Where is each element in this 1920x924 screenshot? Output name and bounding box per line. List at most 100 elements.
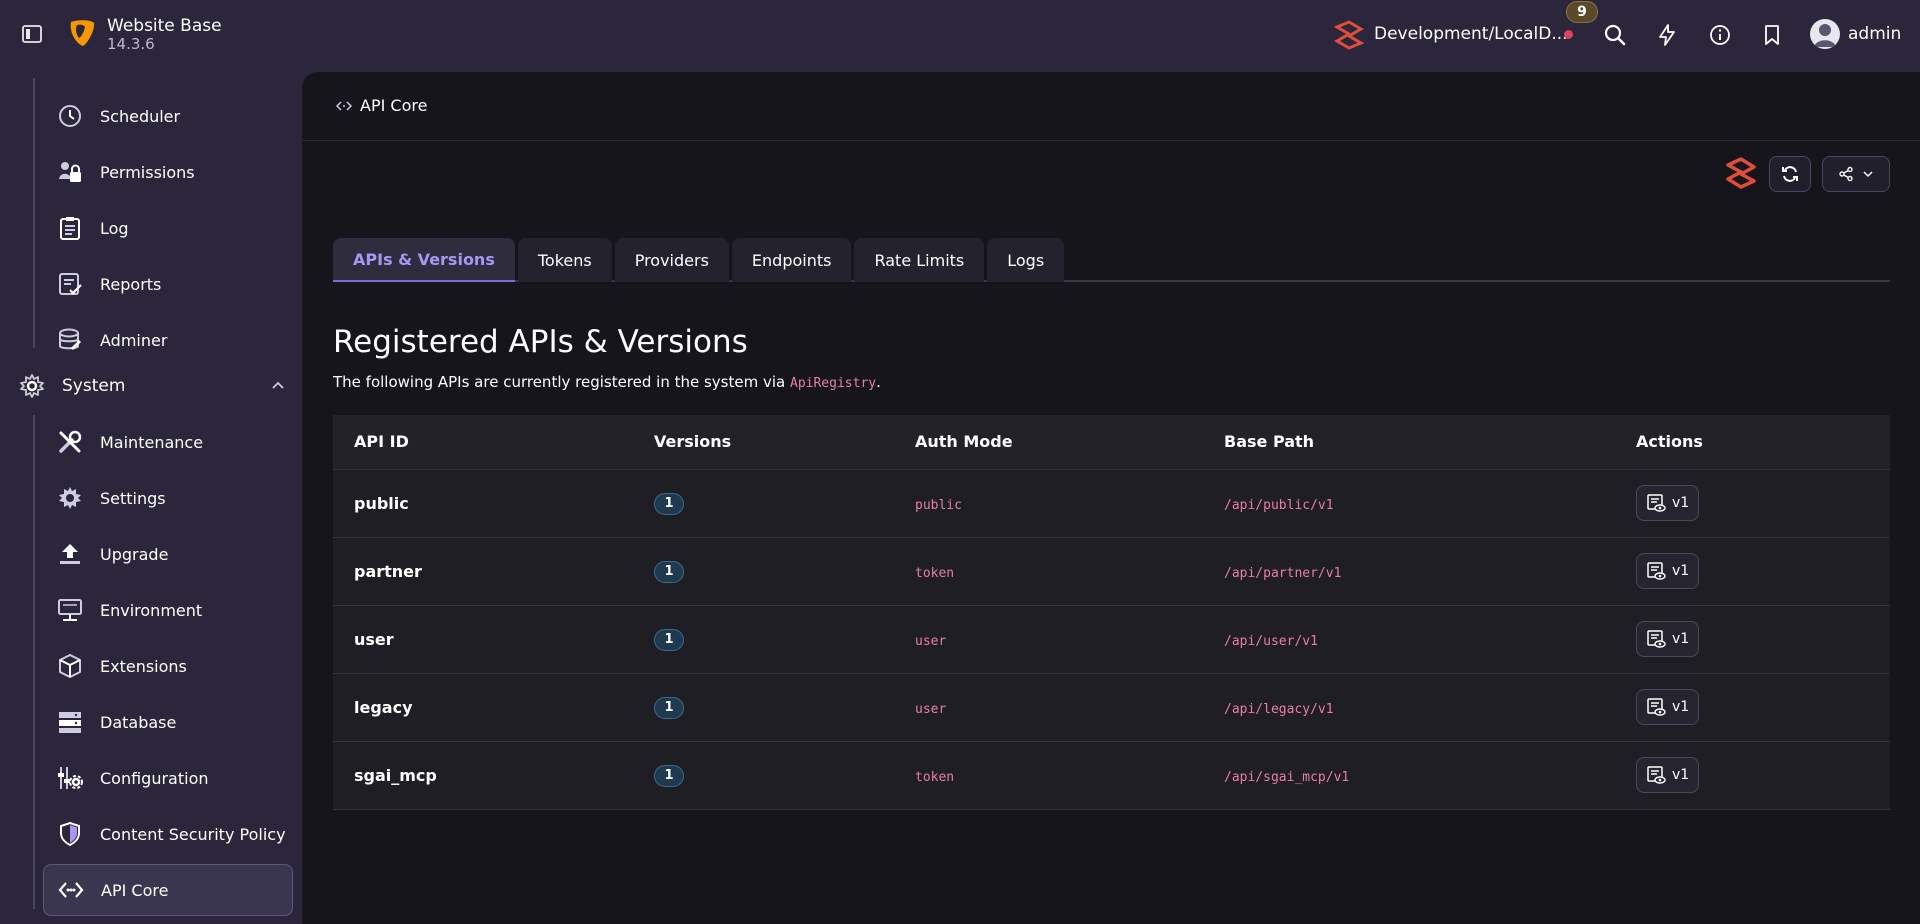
base-path: /api/legacy/v1 xyxy=(1224,701,1334,717)
flash-icon[interactable] xyxy=(1655,23,1679,47)
version-badge: 1 xyxy=(654,560,684,583)
actions-cell: v1 xyxy=(1615,468,1890,537)
sidebar-item-permissions[interactable]: Permissions xyxy=(43,148,293,196)
sliders-icon xyxy=(56,764,84,792)
share-icon xyxy=(1839,166,1853,182)
sidebar-item-api-core[interactable]: API Core xyxy=(43,864,293,916)
sidebar-item-content-security-policy[interactable]: Content Security Policy xyxy=(43,810,293,858)
api-id: public xyxy=(333,468,633,537)
sidebar-item-label: Scheduler xyxy=(100,106,181,126)
environment-name[interactable]: Development/LocalD... xyxy=(1374,24,1568,44)
view-version-button[interactable]: v1 xyxy=(1636,757,1700,793)
lock-icon xyxy=(56,158,84,186)
base-path: /api/partner/v1 xyxy=(1224,565,1342,581)
sidebar-item-label: Permissions xyxy=(100,162,195,182)
avatar[interactable] xyxy=(1810,19,1840,49)
sidebar-item-adminer[interactable]: Adminer xyxy=(43,316,293,364)
view-document-icon xyxy=(1647,494,1666,512)
sidebar-item-upgrade[interactable]: Upgrade xyxy=(43,530,293,578)
gear-icon xyxy=(18,372,46,400)
sidebar-toggle-icon[interactable] xyxy=(22,24,44,44)
sidebar: Scheduler Permissions Log Reports Admine… xyxy=(0,70,302,924)
version-badge: 1 xyxy=(654,696,684,719)
extension-logo-icon xyxy=(1724,156,1758,190)
column-header: Versions xyxy=(633,415,894,469)
auth-mode: user xyxy=(915,701,947,717)
sidebar-item-label: Environment xyxy=(100,600,203,620)
action-label: v1 xyxy=(1672,699,1690,715)
auth-mode: token xyxy=(915,769,955,785)
view-version-button[interactable]: v1 xyxy=(1636,621,1700,657)
monitor-icon xyxy=(56,596,84,624)
share-button[interactable] xyxy=(1822,156,1890,192)
refresh-button[interactable] xyxy=(1769,156,1811,192)
sidebar-item-reports[interactable]: Reports xyxy=(43,260,293,308)
typo3-logo-icon[interactable] xyxy=(68,18,96,48)
notification-badge[interactable]: 9 xyxy=(1566,1,1598,23)
view-version-button[interactable]: v1 xyxy=(1636,689,1700,725)
view-document-icon xyxy=(1647,630,1666,648)
report-icon xyxy=(56,270,84,298)
tab-apis-versions[interactable]: APIs & Versions xyxy=(333,238,515,282)
sidebar-item-label: Content Security Policy xyxy=(100,824,286,844)
tab-logs[interactable]: Logs xyxy=(987,238,1065,282)
view-document-icon xyxy=(1647,698,1666,716)
auth-cell: user xyxy=(894,604,1203,673)
breadcrumb-label[interactable]: API Core xyxy=(360,96,427,115)
environment-logo-icon xyxy=(1333,20,1365,50)
sidebar-item-label: API Core xyxy=(101,880,169,900)
tab-tokens[interactable]: Tokens xyxy=(517,238,612,282)
base-path: /api/public/v1 xyxy=(1224,497,1334,513)
sidebar-item-extensions[interactable]: Extensions xyxy=(43,642,293,690)
code-icon xyxy=(335,98,353,114)
sidebar-item-label: Upgrade xyxy=(100,544,169,564)
bookmark-icon[interactable] xyxy=(1760,23,1784,47)
sidebar-item-configuration[interactable]: Configuration xyxy=(43,754,293,802)
path-cell: /api/user/v1 xyxy=(1203,604,1615,673)
tab-endpoints[interactable]: Endpoints xyxy=(731,238,852,282)
view-version-button[interactable]: v1 xyxy=(1636,553,1700,589)
action-label: v1 xyxy=(1672,767,1690,783)
sidebar-item-database[interactable]: Database xyxy=(43,698,293,746)
sidebar-group-system[interactable]: System xyxy=(18,362,296,410)
sidebar-item-label: Adminer xyxy=(100,330,168,350)
sidebar-tree-line xyxy=(33,78,35,348)
sidebar-item-log[interactable]: Log xyxy=(43,204,293,252)
api-id: sgai_mcp xyxy=(333,740,633,810)
column-header: Auth Mode xyxy=(894,415,1203,469)
view-document-icon xyxy=(1647,562,1666,580)
base-path: /api/sgai_mcp/v1 xyxy=(1224,769,1350,785)
tab-providers[interactable]: Providers xyxy=(614,238,729,282)
auth-mode: user xyxy=(915,633,947,649)
page-description: The following APIs are currently registe… xyxy=(333,373,881,391)
sidebar-item-label: Reports xyxy=(100,274,162,294)
auth-cell: token xyxy=(894,536,1203,605)
action-label: v1 xyxy=(1672,495,1690,511)
description-text: The following APIs are currently registe… xyxy=(333,373,790,391)
shield-icon xyxy=(56,820,84,848)
sidebar-item-settings[interactable]: Settings xyxy=(43,474,293,522)
versions-cell: 1 xyxy=(633,740,894,810)
path-cell: /api/sgai_mcp/v1 xyxy=(1203,740,1615,810)
breadcrumb: API Core xyxy=(335,96,427,115)
environment-status-dot xyxy=(1564,30,1573,39)
chevron-up-icon[interactable] xyxy=(270,378,286,394)
actions-cell: v1 xyxy=(1615,740,1890,810)
action-label: v1 xyxy=(1672,631,1690,647)
search-icon[interactable] xyxy=(1603,23,1627,47)
user-name[interactable]: admin xyxy=(1848,24,1901,44)
sidebar-item-scheduler[interactable]: Scheduler xyxy=(43,92,293,140)
info-icon[interactable] xyxy=(1708,23,1732,47)
tab-rate-limits[interactable]: Rate Limits xyxy=(854,238,985,282)
view-version-button[interactable]: v1 xyxy=(1636,485,1700,521)
path-cell: /api/legacy/v1 xyxy=(1203,672,1615,741)
version-badge: 1 xyxy=(654,492,684,515)
version-badge: 1 xyxy=(654,764,684,787)
column-header: Base Path xyxy=(1203,415,1615,469)
api-id: partner xyxy=(333,536,633,605)
action-label: v1 xyxy=(1672,563,1690,579)
sidebar-tree-line xyxy=(33,415,35,909)
table-row: public 1 public /api/public/v1 v1 xyxy=(333,468,1890,537)
sidebar-item-environment[interactable]: Environment xyxy=(43,586,293,634)
sidebar-item-maintenance[interactable]: Maintenance xyxy=(43,418,293,466)
